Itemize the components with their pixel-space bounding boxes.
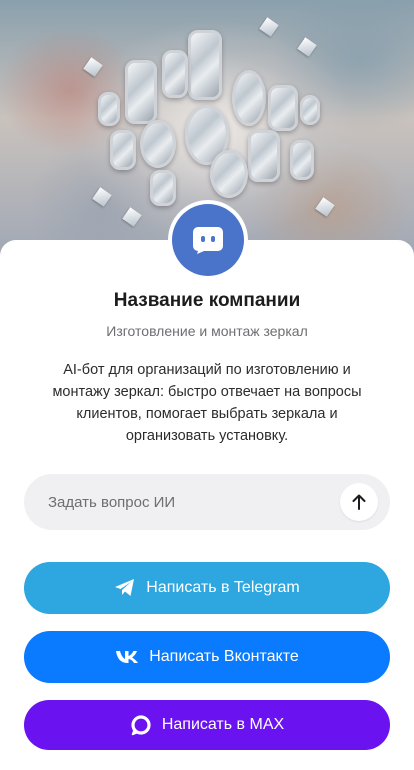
mirror-shape — [210, 150, 248, 198]
vk-icon — [115, 650, 139, 664]
mirror-shape — [110, 130, 136, 170]
mirror-shape — [125, 60, 157, 124]
send-button[interactable] — [340, 483, 378, 521]
mirror-shard — [122, 207, 142, 227]
mirror-shard — [92, 187, 112, 207]
mirror-shape — [248, 130, 280, 182]
mirror-shape — [150, 170, 176, 206]
mirror-shape — [300, 95, 320, 125]
company-tagline: Изготовление и монтаж зеркал — [106, 323, 308, 339]
max-button-label: Написать в MAX — [161, 716, 285, 733]
mirror-shard — [315, 197, 335, 217]
mirror-shape — [290, 140, 314, 180]
mirror-shard — [259, 17, 279, 37]
max-icon — [130, 714, 152, 736]
arrow-up-icon — [352, 494, 366, 510]
company-name: Название компании — [113, 290, 301, 311]
company-avatar — [168, 200, 248, 280]
telegram-icon — [114, 578, 136, 598]
ask-ai-field[interactable] — [24, 474, 390, 530]
mirror-shape — [162, 50, 188, 98]
mirror-shard — [297, 37, 317, 57]
mirror-shape — [140, 120, 176, 168]
company-description: AI-бот для организаций по изготовлению и… — [52, 362, 362, 444]
mirror-shape — [268, 85, 298, 131]
vk-button[interactable]: Написать Вконтакте — [24, 631, 390, 683]
vk-button-label: Написать Вконтакте — [149, 648, 299, 665]
mirror-shape — [188, 30, 222, 100]
telegram-button[interactable]: Написать в Telegram — [24, 562, 390, 614]
mirror-shard — [83, 57, 103, 77]
telegram-button-label: Написать в Telegram — [146, 579, 300, 596]
max-button[interactable]: Написать в MAX — [24, 700, 390, 750]
mirror-shape — [232, 70, 266, 126]
ask-ai-input[interactable] — [48, 493, 348, 511]
chat-bot-icon — [172, 204, 244, 276]
mirror-shape — [98, 92, 120, 126]
